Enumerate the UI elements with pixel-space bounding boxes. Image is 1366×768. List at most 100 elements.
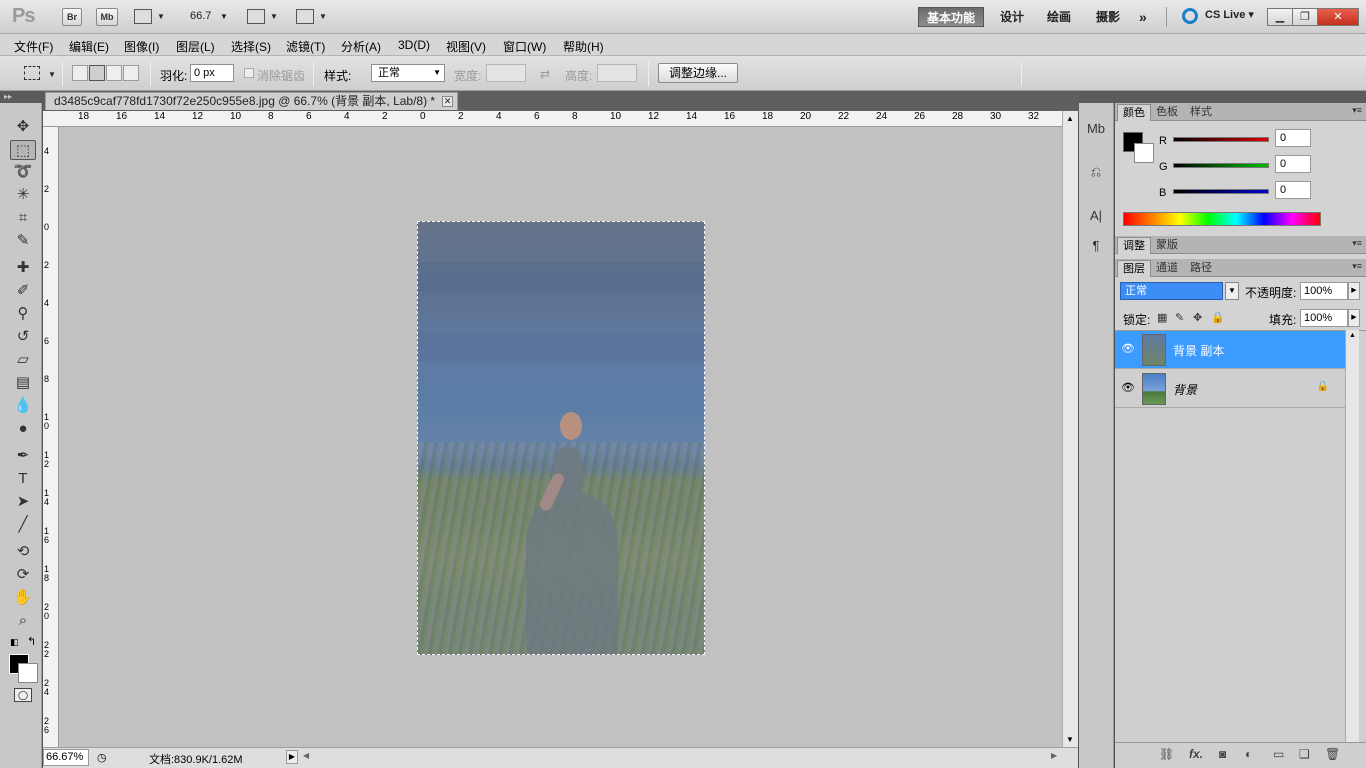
screen-mode-icon[interactable] [296,9,314,24]
menu-view[interactable]: 视图(V) [446,38,486,55]
scroll-up-icon[interactable]: ▲ [1066,114,1074,123]
tab-masks[interactable]: 蒙版 [1151,237,1183,254]
panel-menu-icon[interactable]: ▾≡ [1352,105,1362,116]
fill-input[interactable]: 100% [1300,309,1348,327]
mini-bridge-icon[interactable]: Mb [1084,118,1108,140]
cs-live-button[interactable]: CS Live ▾ [1205,8,1254,21]
menu-file[interactable]: 文件(F) [14,38,53,55]
character-icon[interactable]: A| [1084,205,1108,227]
horizontal-ruler[interactable]: 18 16 14 12 10 8 6 4 2 0 2 4 6 8 10 12 1… [43,111,1062,127]
new-group-icon[interactable]: ▭ [1273,747,1284,761]
menu-filter[interactable]: 滤镜(T) [286,38,325,55]
menu-edit[interactable]: 编辑(E) [69,38,109,55]
tab-color[interactable]: 颜色 [1117,104,1151,121]
swap-colors-icon[interactable]: ↰ [27,635,36,648]
panel-menu-icon[interactable]: ▾≡ [1352,238,1362,249]
bridge-button[interactable]: Br [62,8,82,26]
chevron-right-icon[interactable]: ▶ [1348,309,1360,327]
lock-transparency-icon[interactable]: ▦ [1157,311,1167,324]
menu-3d[interactable]: 3D(D) [398,38,430,52]
layer-row[interactable]: 👁 背景 🔒 [1115,370,1345,408]
toolbox-collapse-icon[interactable]: ▸▸ [0,91,42,103]
intersect-selection-icon[interactable] [123,65,139,81]
vertical-ruler[interactable]: 4 2 0 2 4 6 8 10 12 14 16 18 20 22 24 26 [43,127,59,747]
scroll-right-icon[interactable]: ▶ [1051,751,1057,760]
pen-tool-icon[interactable]: ✒ [10,446,36,466]
history-icon[interactable]: ⎌ [1084,161,1108,183]
marquee-tool-preset-icon[interactable] [24,66,40,80]
default-colors-icon[interactable]: ◧ [10,637,19,648]
quick-mask-icon[interactable]: ◯ [14,688,32,702]
visibility-eye-icon[interactable]: 👁 [1121,381,1135,394]
hand-tool-icon[interactable]: ✋ [10,588,36,608]
zoom-level[interactable]: 66.7 [190,10,211,22]
zoom-tool-icon[interactable]: ⌕ [10,611,36,631]
add-to-selection-icon[interactable] [89,65,105,81]
move-tool-icon[interactable]: ✥ [10,117,36,137]
chevron-down-icon[interactable]: ▼ [270,12,278,21]
chevron-down-icon[interactable]: ▼ [1225,282,1239,300]
tab-layers[interactable]: 图层 [1117,260,1151,277]
chevron-down-icon[interactable]: ▼ [319,12,327,21]
lock-position-icon[interactable]: ✥ [1193,311,1202,324]
menu-analysis[interactable]: 分析(A) [341,38,381,55]
line-tool-icon[interactable]: ╱ [10,515,36,535]
subtract-from-selection-icon[interactable] [106,65,122,81]
status-zoom-field[interactable]: 66.67% [43,749,89,766]
layer-row[interactable]: 👁 背景 副本 [1115,331,1345,369]
lock-pixels-icon[interactable]: ✎ [1175,311,1184,324]
close-document-icon[interactable]: ✕ [442,96,454,107]
height-input[interactable] [597,64,637,82]
vertical-scrollbar[interactable]: ▲ ▼ [1062,111,1078,747]
type-tool-icon[interactable]: T [10,469,36,489]
add-mask-icon[interactable]: ◙ [1219,747,1226,761]
channel-g-slider[interactable] [1173,163,1269,168]
workspace-essentials[interactable]: 基本功能 [918,7,985,27]
paragraph-icon[interactable]: ¶ [1084,235,1108,257]
chevron-down-icon[interactable]: ▼ [220,12,228,21]
chevron-down-icon[interactable]: ▼ [157,12,165,21]
clone-stamp-tool-icon[interactable]: ⚲ [10,304,36,324]
visibility-eye-icon[interactable]: 👁 [1121,342,1135,355]
tab-paths[interactable]: 路径 [1185,260,1217,277]
antialias-checkbox[interactable] [244,68,254,78]
scroll-left-icon[interactable]: ◀ [303,751,309,760]
adjustment-layer-icon[interactable]: ◐ [1245,747,1252,761]
mini-bridge-button[interactable]: Mb [96,8,118,26]
swap-icon[interactable]: ⇄ [540,67,550,81]
tab-channels[interactable]: 通道 [1151,260,1183,277]
style-select[interactable]: 正常 ▼ [371,64,445,82]
gradient-tool-icon[interactable]: ▤ [10,373,36,393]
extras-icon[interactable] [134,9,152,24]
panel-menu-icon[interactable]: ▾≡ [1352,261,1362,272]
chevron-right-icon[interactable]: ▶ [1348,282,1360,300]
workspace-design[interactable]: 设计 [992,7,1032,27]
minimize-button[interactable]: ▁ [1267,8,1293,26]
close-button[interactable]: ✕ [1317,8,1359,26]
layer-style-fx-icon[interactable]: fx. [1189,747,1203,761]
path-selection-tool-icon[interactable]: ➤ [10,492,36,512]
background-color-swatch[interactable] [18,663,38,683]
menu-help[interactable]: 帮助(H) [563,38,604,55]
channel-b-input[interactable]: 0 [1275,181,1311,199]
channel-b-slider[interactable] [1173,189,1269,194]
layers-scrollbar[interactable]: ▲ [1345,330,1359,742]
lasso-tool-icon[interactable]: ➰ [10,162,36,182]
history-brush-tool-icon[interactable]: ↺ [10,327,36,347]
scroll-up-icon[interactable]: ▲ [1349,332,1356,339]
eyedropper-tool-icon[interactable]: ✎ [10,231,36,251]
link-layers-icon[interactable]: ⛓ [1159,747,1174,761]
menu-image[interactable]: 图像(I) [124,38,159,55]
tab-swatches[interactable]: 色板 [1151,104,1183,121]
workspace-painting[interactable]: 绘画 [1039,7,1079,27]
document-profile-icon[interactable]: ◷ [97,751,107,764]
cs-live-icon[interactable] [1182,8,1198,24]
eraser-tool-icon[interactable]: ▱ [10,350,36,370]
tab-styles[interactable]: 样式 [1185,104,1217,121]
lock-all-icon[interactable]: 🔒 [1211,311,1225,324]
restore-button[interactable]: ❐ [1292,8,1318,26]
delete-layer-icon[interactable]: 🗑 [1325,747,1340,761]
color-bg-swatch[interactable] [1134,143,1154,163]
channel-g-input[interactable]: 0 [1275,155,1311,173]
more-workspaces-icon[interactable]: » [1131,7,1155,27]
